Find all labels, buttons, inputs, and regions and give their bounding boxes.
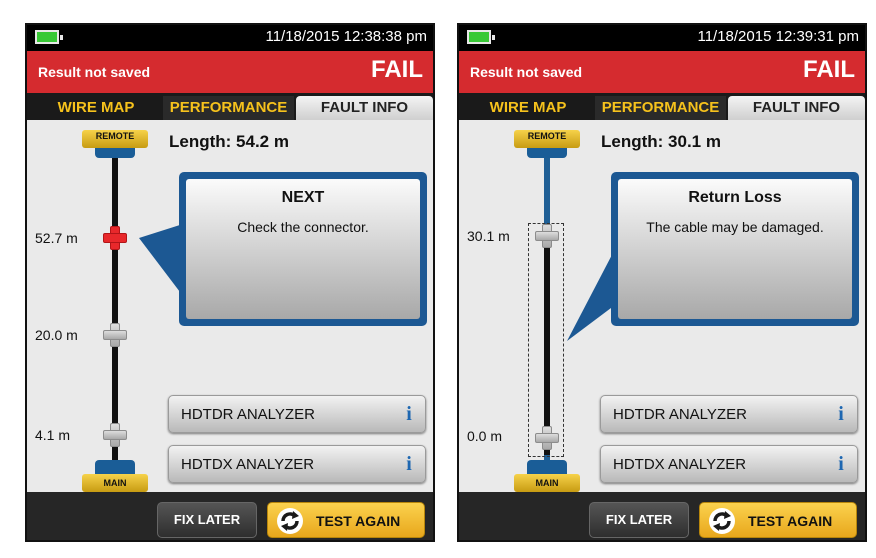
info-icon[interactable]: i [403,403,415,425]
fix-later-button[interactable]: FIX LATER [589,502,689,538]
hdtdx-analyzer-button[interactable]: HDTDX ANALYZER i [168,445,426,483]
datetime: 11/18/2015 12:39:31 pm [697,28,859,45]
tab-performance[interactable]: PERFORMANCE [595,96,726,120]
tab-fault-info[interactable]: FAULT INFO [728,96,865,120]
battery-icon [35,30,63,44]
result-note: Result not saved [470,64,583,80]
tab-wire-map[interactable]: WIRE MAP [31,96,161,120]
tab-performance[interactable]: PERFORMANCE [163,96,294,120]
datetime: 11/18/2015 12:38:38 pm [265,28,427,45]
refresh-icon [277,508,303,534]
distance-label: 4.1 m [35,427,71,443]
remote-label: REMOTE [514,130,580,148]
fault-info-content: Length: 30.1 m REMOTE MAIN 30.1 m 0.0 m … [459,120,865,492]
tab-wire-map[interactable]: WIRE MAP [463,96,593,120]
refresh-icon [709,508,735,534]
test-again-button[interactable]: TEST AGAIN [699,502,857,538]
tester-screen-right: 11/18/2015 12:39:31 pm Result not saved … [457,23,867,542]
distance-label: 20.0 m [35,327,78,343]
battery-icon [467,30,495,44]
connector-marker[interactable] [103,423,127,447]
distance-label: 0.0 m [467,428,503,444]
remote-label: REMOTE [82,130,148,148]
fault-callout: NEXT Check the connector. [179,172,427,326]
info-icon[interactable]: i [835,453,847,475]
bottom-bar: FIX LATER TEST AGAIN [27,492,433,540]
damage-region-highlight [528,223,564,457]
distance-label: 30.1 m [467,228,510,244]
fault-callout: Return Loss The cable may be damaged. [611,172,859,326]
hdtdx-analyzer-label: HDTDX ANALYZER [181,456,315,473]
hdtdr-analyzer-button[interactable]: HDTDR ANALYZER i [168,395,426,433]
connector-marker[interactable] [103,323,127,347]
hdtdx-analyzer-label: HDTDX ANALYZER [613,456,747,473]
fault-info-content: Length: 54.2 m REMOTE MAIN 52.7 m 20.0 m… [27,120,433,492]
tab-bar: WIRE MAP PERFORMANCE FAULT INFO [27,93,433,120]
tab-bar: WIRE MAP PERFORMANCE FAULT INFO [459,93,865,120]
status-bar: 11/18/2015 12:39:31 pm [459,25,865,51]
fault-marker-red[interactable] [103,226,127,250]
fault-title: NEXT [281,189,325,206]
fault-title: Return Loss [688,189,782,206]
cable-line [112,130,118,472]
fault-message: Check the connector. [237,219,369,235]
test-again-label: TEST AGAIN [748,513,833,529]
distance-label: 52.7 m [35,230,78,246]
hdtdr-analyzer-label: HDTDR ANALYZER [613,406,747,423]
fault-message: The cable may be damaged. [646,219,824,235]
connector-marker[interactable] [535,426,559,450]
hdtdx-analyzer-button[interactable]: HDTDX ANALYZER i [600,445,858,483]
result-status: FAIL [803,56,855,83]
bottom-bar: FIX LATER TEST AGAIN [459,492,865,540]
info-icon[interactable]: i [835,403,847,425]
result-bar: Result not saved FAIL [459,51,865,93]
result-bar: Result not saved FAIL [27,51,433,93]
fix-later-button[interactable]: FIX LATER [157,502,257,538]
main-label: MAIN [82,474,148,492]
cable-length: Length: 54.2 m [169,132,289,151]
hdtdr-analyzer-button[interactable]: HDTDR ANALYZER i [600,395,858,433]
tester-screen-left: 11/18/2015 12:38:38 pm Result not saved … [25,23,435,542]
status-bar: 11/18/2015 12:38:38 pm [27,25,433,51]
result-note: Result not saved [38,64,151,80]
cable-length: Length: 30.1 m [601,132,721,151]
test-again-button[interactable]: TEST AGAIN [267,502,425,538]
main-label: MAIN [514,474,580,492]
hdtdr-analyzer-label: HDTDR ANALYZER [181,406,315,423]
info-icon[interactable]: i [403,453,415,475]
result-status: FAIL [371,56,423,83]
connector-marker[interactable] [535,224,559,248]
tab-fault-info[interactable]: FAULT INFO [296,96,433,120]
test-again-label: TEST AGAIN [316,513,401,529]
